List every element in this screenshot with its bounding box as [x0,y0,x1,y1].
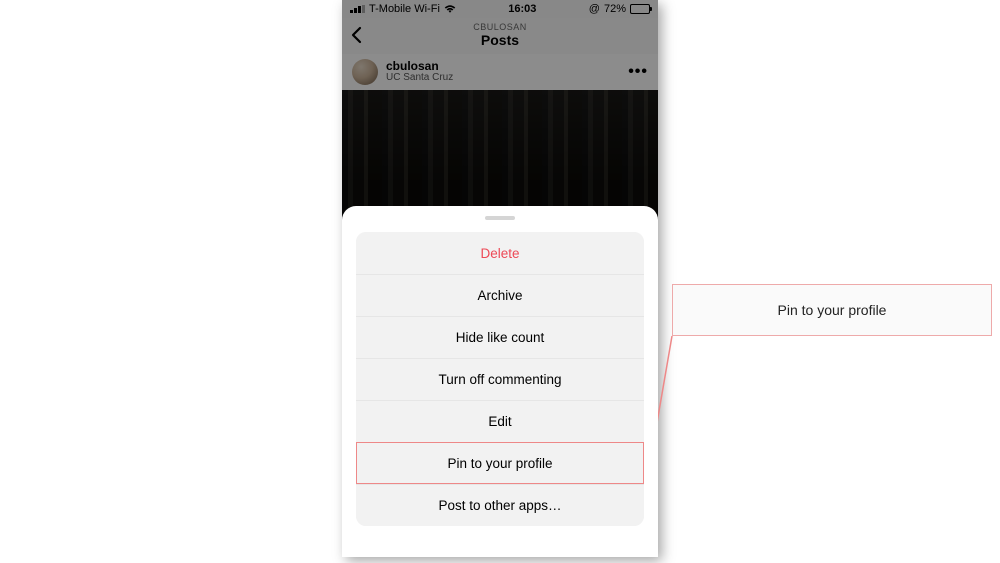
carrier-label: T-Mobile Wi-Fi [369,3,440,15]
menu-item-edit[interactable]: Edit [356,400,644,442]
menu-item-post-to-other-apps[interactable]: Post to other apps… [356,484,644,526]
callout-label: Pin to your profile [778,302,887,318]
menu-label: Turn off commenting [438,372,561,387]
post-header: cbulosan UC Santa Cruz ••• [342,54,658,90]
status-time: 16:03 [508,3,536,15]
menu-label: Pin to your profile [447,456,552,471]
menu-item-hide-like-count[interactable]: Hide like count [356,316,644,358]
post-more-button[interactable]: ••• [628,63,648,81]
menu-label: Post to other apps… [438,498,561,513]
nav-header: CBULOSAN Posts [342,18,658,54]
battery-pct: 72% [604,3,626,15]
battery-icon [630,4,650,14]
action-menu: Delete Archive Hide like count Turn off … [356,232,644,526]
menu-item-turn-off-commenting[interactable]: Turn off commenting [356,358,644,400]
menu-label: Hide like count [456,330,545,345]
status-bar: T-Mobile Wi-Fi 16:03 @ 72% [342,0,658,18]
back-button[interactable] [348,26,366,49]
post-location[interactable]: UC Santa Cruz [386,73,453,84]
sheet-grabber[interactable] [485,216,515,220]
menu-label: Archive [477,288,522,303]
nav-title: Posts [473,33,527,48]
status-right: @ 72% [589,3,650,15]
wifi-icon [444,4,456,14]
menu-item-archive[interactable]: Archive [356,274,644,316]
avatar[interactable] [352,59,378,85]
status-left: T-Mobile Wi-Fi [350,3,456,15]
action-sheet: Delete Archive Hide like count Turn off … [342,206,658,557]
signal-icon [350,5,365,13]
menu-label: Edit [488,414,511,429]
phone-frame: T-Mobile Wi-Fi 16:03 @ 72% CBULOSAN Post… [342,0,658,557]
orientation-lock-icon: @ [589,3,600,15]
annotation-callout: Pin to your profile [672,284,992,336]
menu-label: Delete [480,246,519,261]
menu-item-delete[interactable]: Delete [356,232,644,274]
menu-item-pin-to-profile[interactable]: Pin to your profile [356,442,644,484]
chevron-left-icon [348,26,366,44]
